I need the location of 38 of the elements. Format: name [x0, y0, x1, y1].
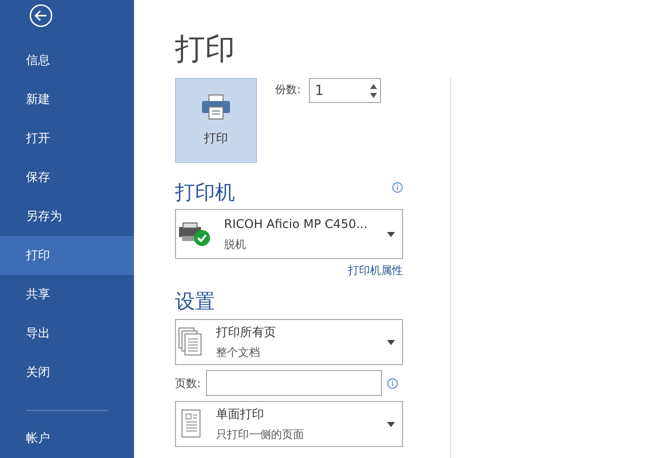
printer-icon: [201, 94, 231, 120]
sidebar-item[interactable]: 帐户: [0, 419, 134, 458]
sidebar-item[interactable]: 信息: [0, 41, 134, 80]
printer-properties-link[interactable]: 打印机属性: [348, 263, 403, 278]
down-arrow-icon[interactable]: [370, 92, 377, 98]
printer-ready-icon: [178, 221, 212, 247]
page-title: 打印: [175, 31, 236, 69]
info-icon[interactable]: [386, 378, 398, 388]
dropdown-subtitle: 只打印一侧的页面: [216, 427, 305, 442]
print-button[interactable]: 打印: [175, 78, 257, 163]
sidebar-item[interactable]: 共享: [0, 275, 134, 314]
pages-label: 页数:: [175, 376, 201, 390]
copies-spinner[interactable]: 1: [308, 78, 381, 103]
sidebar-item[interactable]: 保存: [0, 158, 134, 198]
caret-icon: [387, 340, 395, 344]
printer-dropdown[interactable]: RICOH Aficio MP C450... 脱机: [175, 209, 403, 259]
dropdown-subtitle: 整个文档: [216, 345, 261, 360]
pages-input-field[interactable]: [206, 370, 382, 396]
sidebar-item[interactable]: 导出: [0, 314, 134, 354]
pages-icon: [178, 327, 204, 357]
sidebar-item[interactable]: 另存为: [0, 197, 134, 236]
copies-label: 份数:: [275, 82, 301, 97]
sidebar-item[interactable]: 打印: [0, 236, 134, 276]
info-icon[interactable]: [392, 182, 403, 192]
sidebar-item[interactable]: 打开: [0, 119, 134, 158]
printer-heading: 打印机: [175, 179, 235, 205]
caret-icon: [387, 232, 395, 236]
settings-heading: 设置: [175, 288, 216, 314]
printer-name: RICOH Aficio MP C450...: [224, 216, 369, 230]
dropdown-title: 单面打印: [216, 406, 265, 423]
sidebar-item[interactable]: 关闭: [0, 353, 134, 392]
printer-status: 脱机: [224, 236, 247, 252]
sidebar-item[interactable]: 新建: [0, 80, 134, 120]
up-arrow-icon[interactable]: [370, 84, 377, 88]
caret-icon: [387, 422, 395, 426]
settings-dropdown[interactable]: 打印所有页 整个文档: [175, 319, 403, 365]
dropdown-title: 打印所有页: [216, 324, 277, 341]
settings-dropdown[interactable]: 单面打印 只打印一侧的页面: [175, 401, 403, 447]
